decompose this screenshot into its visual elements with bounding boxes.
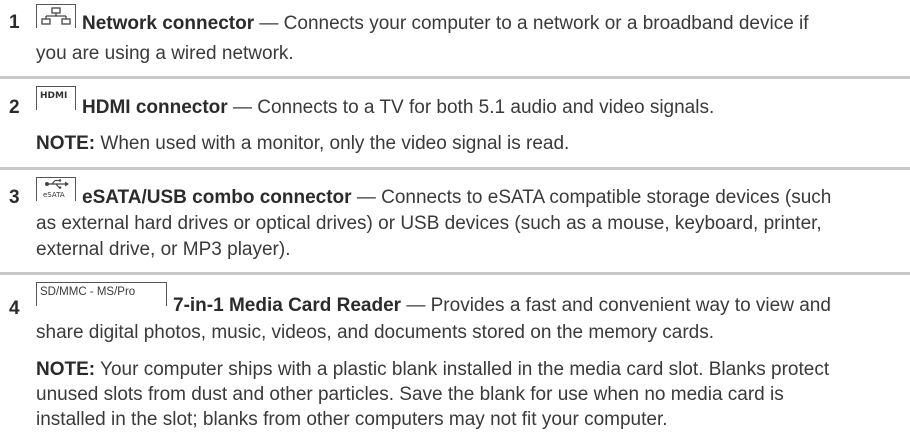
note-text-cont: installed in the slot; blanks from other…: [36, 409, 668, 430]
entry-number: 4: [9, 298, 20, 319]
divider: [0, 76, 910, 79]
entry-number: 1: [9, 12, 20, 33]
entry-title: Network connector: [82, 13, 255, 34]
entry-description-cont: as external hard drives or optical drive…: [36, 213, 822, 234]
entry-description: — Connects to a TV for both 5.1 audio an…: [227, 97, 715, 118]
hdmi-icon: HDMI: [36, 86, 76, 110]
note-text: When used with a monitor, only the video…: [95, 133, 570, 154]
note-text-cont: unused slots from dust and other particl…: [36, 384, 784, 405]
icon-text: eSATA: [43, 191, 65, 199]
entry-title: 7-in-1 Media Card Reader: [173, 295, 402, 316]
entry-description-cont: you are using a wired network.: [36, 43, 294, 64]
entry-line: 7-in-1 Media Card Reader — Provides a fa…: [173, 294, 831, 318]
note-text: Your computer ships with a plastic blank…: [95, 359, 830, 380]
entry-line: HDMI connector — Connects to a TV for bo…: [82, 96, 714, 120]
esata-usb-icon: eSATA: [36, 177, 76, 201]
network-icon: [36, 4, 76, 28]
svg-text:HDMI: HDMI: [40, 91, 67, 101]
divider: [0, 272, 910, 275]
entry-description-cont: share digital photos, music, videos, and…: [36, 322, 715, 343]
entry-line: eSATA/USB combo connector — Connects to …: [82, 186, 831, 210]
icon-text: SD/MMC - MS/Pro: [40, 286, 136, 298]
entry-description: — Connects to eSATA compatible storage d…: [351, 187, 832, 208]
entry-description: — Connects your computer to a network or…: [254, 13, 809, 34]
entry-note: NOTE: When used with a monitor, only the…: [36, 132, 569, 156]
entry-number: 3: [9, 187, 20, 208]
entry-title: HDMI connector: [82, 97, 228, 118]
media-card-icon: SD/MMC - MS/Pro: [36, 282, 167, 306]
note-label: NOTE:: [36, 359, 96, 380]
entry-description-cont: external drive, or MP3 player).: [36, 239, 291, 260]
entry-line: Network connector — Connects your comput…: [82, 12, 809, 36]
divider: [0, 167, 910, 170]
entry-number: 2: [9, 97, 20, 118]
entry-note: NOTE: Your computer ships with a plastic…: [36, 358, 829, 382]
entry-description: — Provides a fast and convenient way to …: [401, 295, 831, 316]
note-label: NOTE:: [36, 133, 96, 154]
entry-title: eSATA/USB combo connector: [82, 187, 352, 208]
